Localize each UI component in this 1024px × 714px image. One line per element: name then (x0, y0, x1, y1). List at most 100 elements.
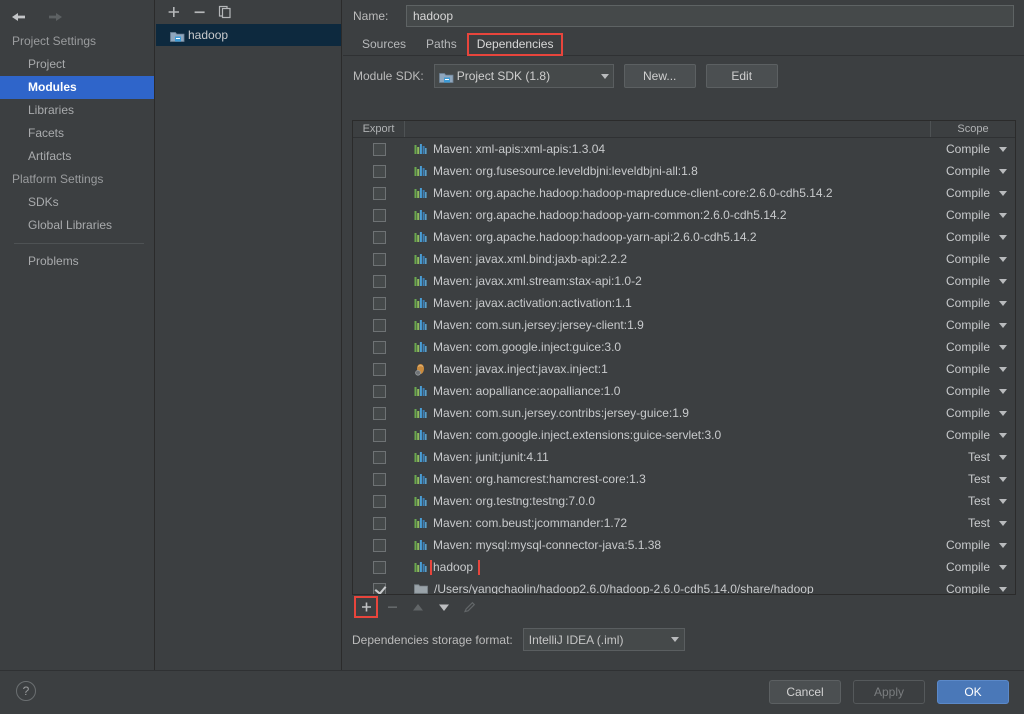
export-checkbox[interactable] (372, 428, 386, 442)
dependency-label: Maven: javax.xml.bind:jaxb-api:2.2.2 (433, 252, 628, 266)
new-sdk-button[interactable]: New... (623, 64, 696, 88)
export-checkbox[interactable] (372, 560, 386, 574)
export-checkbox[interactable] (372, 406, 386, 420)
ok-button[interactable]: OK (937, 680, 1009, 704)
dependency-row[interactable]: Maven: com.beust:jcommander:1.72 Test (353, 512, 1015, 534)
export-checkbox[interactable] (372, 230, 386, 244)
copy-icon[interactable] (214, 2, 236, 22)
dependency-row[interactable]: Maven: javax.inject:javax.inject:1 Compil… (353, 358, 1015, 380)
dependency-row[interactable]: Maven: javax.xml.stream:stax-api:1.0-2 Co… (353, 270, 1015, 292)
export-checkbox[interactable] (372, 340, 386, 354)
dependencies-storage-combobox[interactable]: IntelliJ IDEA (.iml) (522, 628, 685, 651)
scope-combobox[interactable]: Compile (931, 208, 1015, 222)
scope-combobox[interactable]: Compile (931, 230, 1015, 244)
dependency-row[interactable]: Maven: javax.xml.bind:jaxb-api:2.2.2 Comp… (353, 248, 1015, 270)
dependency-row[interactable]: Maven: mysql:mysql-connector-java:5.1.38… (353, 534, 1015, 556)
scope-combobox[interactable]: Compile (931, 274, 1015, 288)
export-checkbox[interactable] (372, 142, 386, 156)
dependency-label: Maven: com.google.inject.extensions:guic… (433, 428, 722, 442)
dependency-row[interactable]: /Users/yangchaolin/hadoop2.6.0/hadoop-2.… (353, 578, 1015, 594)
scope-combobox[interactable]: Compile (931, 142, 1015, 156)
sidebar-item-problems[interactable]: Problems (0, 250, 154, 273)
sidebar-item-modules[interactable]: Modules (0, 76, 154, 99)
scope-combobox[interactable]: Test (931, 516, 1015, 530)
arrow-down-icon[interactable] (434, 598, 454, 616)
scope-combobox[interactable]: Compile (931, 164, 1015, 178)
scope-combobox[interactable]: Compile (931, 252, 1015, 266)
dependency-row[interactable]: Maven: org.apache.hadoop:hadoop-yarn-api… (353, 226, 1015, 248)
scope-combobox[interactable]: Compile (931, 538, 1015, 552)
cancel-button[interactable]: Cancel (769, 680, 841, 704)
arrow-right-icon[interactable] (46, 10, 64, 24)
scope-combobox[interactable]: Compile (931, 186, 1015, 200)
scope-combobox[interactable]: Compile (931, 406, 1015, 420)
help-icon[interactable]: ? (16, 681, 36, 701)
scope-combobox[interactable]: Compile (931, 428, 1015, 442)
scope-combobox[interactable]: Compile (931, 362, 1015, 376)
dependency-row[interactable]: Maven: javax.activation:activation:1.1 Co… (353, 292, 1015, 314)
dependency-row[interactable]: Maven: com.google.inject.extensions:guic… (353, 424, 1015, 446)
apply-button[interactable]: Apply (853, 680, 925, 704)
scope-combobox[interactable]: Compile (931, 318, 1015, 332)
scope-combobox[interactable]: Compile (931, 582, 1015, 594)
dependency-row[interactable]: Maven: aopalliance:aopalliance:1.0 Compil… (353, 380, 1015, 402)
export-checkbox[interactable] (372, 208, 386, 222)
module-list-item-hadoop[interactable]: hadoop (156, 24, 341, 46)
column-header-name[interactable] (405, 121, 931, 137)
export-checkbox[interactable] (372, 252, 386, 266)
scope-combobox[interactable]: Test (931, 494, 1015, 508)
scope-combobox[interactable]: Compile (931, 560, 1015, 574)
sidebar-item-project[interactable]: Project (0, 53, 154, 76)
export-checkbox[interactable] (372, 296, 386, 310)
sidebar-item-libraries[interactable]: Libraries (0, 99, 154, 122)
edit-sdk-button[interactable]: Edit (705, 64, 778, 88)
dependency-row[interactable]: Maven: org.apache.hadoop:hadoop-mapreduc… (353, 182, 1015, 204)
tab-dependencies[interactable]: Dependencies (466, 33, 564, 56)
export-checkbox[interactable] (372, 362, 386, 376)
remove-dependency-button[interactable] (382, 598, 402, 616)
sidebar-item-artifacts[interactable]: Artifacts (0, 145, 154, 168)
dependency-row[interactable]: Maven: org.hamcrest:hamcrest-core:1.3 Tes… (353, 468, 1015, 490)
dependency-row[interactable]: Maven: com.google.inject:guice:3.0 Compil… (353, 336, 1015, 358)
dependency-row[interactable]: Maven: org.testng:testng:7.0.0 Test (353, 490, 1015, 512)
sidebar-item-facets[interactable]: Facets (0, 122, 154, 145)
export-checkbox[interactable] (372, 450, 386, 464)
plus-icon[interactable] (162, 2, 184, 22)
scope-combobox[interactable]: Compile (931, 296, 1015, 310)
module-name-input[interactable] (406, 5, 1014, 27)
dependency-row[interactable]: Maven: org.fusesource.leveldbjni:leveldb… (353, 160, 1015, 182)
scope-combobox[interactable]: Compile (931, 340, 1015, 354)
add-dependency-button[interactable] (354, 596, 378, 618)
pencil-icon[interactable] (460, 598, 480, 616)
module-sdk-combobox[interactable]: Project SDK (1.8) (433, 64, 614, 88)
export-checkbox[interactable] (372, 472, 386, 486)
sidebar-item-global-libraries[interactable]: Global Libraries (0, 214, 154, 237)
export-checkbox[interactable] (372, 516, 386, 530)
column-header-export[interactable]: Export (353, 121, 405, 137)
export-checkbox[interactable] (372, 582, 386, 594)
export-checkbox[interactable] (372, 494, 386, 508)
dependency-row[interactable]: hadoop Compile (353, 556, 1015, 578)
arrow-up-icon[interactable] (408, 598, 428, 616)
export-checkbox[interactable] (372, 538, 386, 552)
arrow-left-icon[interactable] (10, 10, 28, 24)
minus-icon[interactable] (188, 2, 210, 22)
dependency-row[interactable]: Maven: com.sun.jersey:jersey-client:1.9 C… (353, 314, 1015, 336)
sidebar-item-sdks[interactable]: SDKs (0, 191, 154, 214)
scope-combobox[interactable]: Test (931, 472, 1015, 486)
tab-paths[interactable]: Paths (417, 34, 466, 55)
dependency-row[interactable]: Maven: org.apache.hadoop:hadoop-yarn-com… (353, 204, 1015, 226)
export-checkbox[interactable] (372, 164, 386, 178)
dependency-row[interactable]: Maven: xml-apis:xml-apis:1.3.04 Compile (353, 138, 1015, 160)
dependency-row[interactable]: Maven: junit:junit:4.11 Test (353, 446, 1015, 468)
scope-combobox[interactable]: Compile (931, 384, 1015, 398)
dependency-row[interactable]: Maven: com.sun.jersey.contribs:jersey-gu… (353, 402, 1015, 424)
export-checkbox[interactable] (372, 318, 386, 332)
scope-combobox[interactable]: Test (931, 450, 1015, 464)
export-checkbox[interactable] (372, 274, 386, 288)
export-checkbox[interactable] (372, 186, 386, 200)
export-checkbox[interactable] (372, 384, 386, 398)
chevron-down-icon (999, 322, 1007, 328)
column-header-scope[interactable]: Scope (931, 121, 1015, 137)
tab-sources[interactable]: Sources (353, 34, 415, 55)
